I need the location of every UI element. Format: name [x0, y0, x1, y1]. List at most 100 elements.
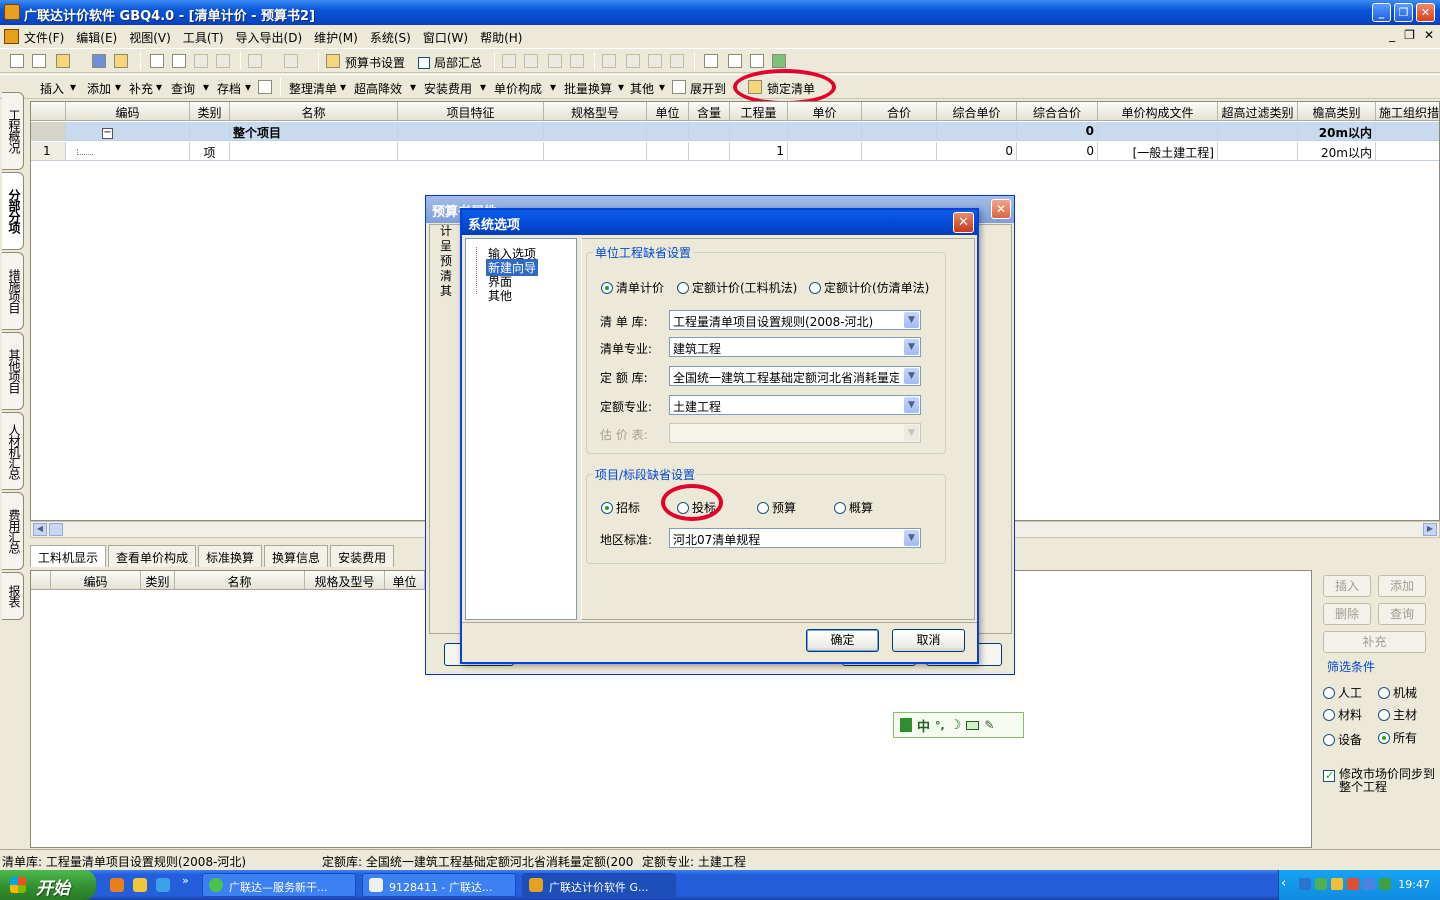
- filter-machine[interactable]: 机械: [1378, 684, 1417, 701]
- panel-delete-button[interactable]: 删除: [1323, 603, 1371, 625]
- batch-convert-button[interactable]: 批量换算: [564, 80, 612, 97]
- quicklaunch-browser-icon[interactable]: [156, 878, 170, 892]
- chevron-down-icon[interactable]: ▼: [904, 530, 919, 546]
- save-archive-button[interactable]: 存档: [217, 80, 241, 97]
- formula-icon[interactable]: [728, 54, 742, 68]
- filter-all[interactable]: 所有: [1378, 729, 1417, 746]
- quicklaunch-more-icon[interactable]: »: [182, 874, 189, 887]
- insert-button[interactable]: 插入: [40, 80, 64, 97]
- close-button[interactable]: ✕: [1416, 3, 1435, 22]
- taskbar-item-browser[interactable]: 广联达—服务新干...: [202, 873, 356, 897]
- tab-cost-summary[interactable]: 费用汇总: [2, 492, 24, 570]
- lock-icon[interactable]: [748, 80, 762, 94]
- tab-conversion-info[interactable]: 换算信息: [264, 545, 329, 567]
- install-fee-button[interactable]: 安装费用: [424, 80, 472, 97]
- menu-system[interactable]: 系统(S): [370, 29, 411, 46]
- nav-other[interactable]: 其他: [486, 287, 514, 304]
- lock-list-button[interactable]: 锁定清单: [767, 80, 815, 97]
- tab-labor-material-display[interactable]: 工料机显示: [30, 545, 107, 567]
- save-archive-dropdown-icon[interactable]: ▾: [245, 80, 251, 94]
- document-icon[interactable]: [4, 29, 19, 44]
- over-height-button[interactable]: 超高降效: [354, 80, 402, 97]
- ime-keyboard-icon[interactable]: [966, 720, 980, 730]
- header-construction-measures[interactable]: 施工组织措: [1376, 102, 1439, 121]
- row-quantity[interactable]: 1: [730, 142, 788, 161]
- system-options-close-button[interactable]: ✕: [953, 212, 974, 233]
- ime-moon-icon[interactable]: ☽: [950, 718, 962, 733]
- tab-sub-items[interactable]: 分部分项: [2, 172, 24, 250]
- budget-settings-icon[interactable]: [326, 54, 340, 68]
- insert-dropdown-icon[interactable]: ▾: [70, 80, 76, 94]
- scroll-left-icon[interactable]: ◀: [33, 523, 47, 536]
- header-price-file[interactable]: 单价构成文件: [1098, 102, 1218, 121]
- tray-volume-icon[interactable]: [1363, 878, 1375, 890]
- tab-labor-material-summary[interactable]: 人材机汇总: [2, 412, 24, 490]
- over-height-dropdown-icon[interactable]: ▾: [410, 80, 416, 94]
- prev-record-icon[interactable]: [626, 54, 640, 68]
- row-unit-price[interactable]: [788, 142, 862, 161]
- ime-toolbar[interactable]: 中 °, ☽ ✎: [893, 712, 1024, 738]
- radio-quota-imitation[interactable]: 定额计价(仿清单法): [809, 279, 929, 296]
- header-content[interactable]: 含量: [689, 102, 730, 121]
- mdi-close-button[interactable]: ✕: [1424, 28, 1434, 42]
- row-composite-total[interactable]: 0: [1017, 142, 1098, 161]
- other-button[interactable]: 其他: [630, 80, 654, 97]
- other-dropdown-icon[interactable]: ▾: [659, 80, 665, 94]
- header-unit[interactable]: 单位: [647, 102, 689, 121]
- add-button[interactable]: 添加: [87, 80, 111, 97]
- delete-icon[interactable]: [216, 54, 230, 68]
- new-file-icon[interactable]: [10, 54, 24, 68]
- spreadsheet-icon[interactable]: [772, 54, 786, 68]
- header-code[interactable]: 编码: [66, 102, 190, 121]
- query-button[interactable]: 查询: [171, 80, 195, 97]
- header-features[interactable]: 项目特征: [398, 102, 544, 121]
- scroll-right-icon[interactable]: ▶: [1423, 523, 1437, 536]
- scroll-thumb[interactable]: [49, 523, 63, 536]
- menu-file[interactable]: 文件(F): [24, 29, 64, 46]
- ime-logo-icon[interactable]: [900, 718, 912, 732]
- collapse-toggle[interactable]: −: [66, 122, 190, 141]
- detail-header-spec[interactable]: 规格及型号: [305, 571, 385, 590]
- cut-icon[interactable]: [150, 54, 164, 68]
- menu-import-export[interactable]: 导入导出(D): [236, 29, 303, 46]
- tab-standard-conversion[interactable]: 标准换算: [198, 545, 263, 567]
- table-row[interactable]: 1 项 1 0 0 [一般土建工程] 20m以内: [31, 142, 1439, 161]
- row-unit[interactable]: [647, 142, 689, 161]
- radio-estimate[interactable]: 概算: [834, 499, 873, 516]
- mdi-minimize-button[interactable]: _: [1389, 28, 1395, 42]
- paragraph-icon[interactable]: [750, 54, 764, 68]
- row-price-file[interactable]: [一般土建工程]: [1098, 142, 1218, 161]
- header-over-height-filter[interactable]: 超高过滤类别: [1218, 102, 1298, 121]
- level-up-icon[interactable]: [548, 54, 562, 68]
- chevron-down-icon[interactable]: ▼: [904, 312, 919, 328]
- ime-punctuation-icon[interactable]: °,: [935, 719, 945, 732]
- last-record-icon[interactable]: [670, 54, 684, 68]
- partial-summary-checkbox[interactable]: 局部汇总: [418, 54, 482, 71]
- tab-other-items[interactable]: 其他项目: [2, 332, 24, 410]
- install-fee-dropdown-icon[interactable]: ▾: [480, 80, 486, 94]
- calculator-icon[interactable]: [704, 54, 718, 68]
- row-spec[interactable]: [544, 142, 647, 161]
- taskbar-item-chat[interactable]: 9128411 - 广联达...: [362, 873, 516, 897]
- detail-header-name[interactable]: 名称: [175, 571, 305, 590]
- unit-price-dropdown-icon[interactable]: ▾: [550, 80, 556, 94]
- sync-market-price[interactable]: 修改市场价同步到整个工程: [1323, 768, 1435, 794]
- tray-app-icon[interactable]: [1315, 878, 1327, 890]
- row-type[interactable]: 项: [190, 142, 230, 161]
- panel-supplement-button[interactable]: 补充: [1323, 631, 1426, 653]
- tray-qq-icon[interactable]: [1331, 878, 1343, 890]
- tab-install-fee[interactable]: 安装费用: [330, 545, 395, 567]
- list-major-combo[interactable]: 建筑工程 ▼: [669, 337, 921, 357]
- row-name[interactable]: [230, 142, 398, 161]
- next-record-icon[interactable]: [648, 54, 662, 68]
- quicklaunch-shield-icon[interactable]: [133, 878, 147, 892]
- cancel-button[interactable]: 取消: [892, 629, 965, 652]
- menu-view[interactable]: 视图(V): [129, 29, 171, 46]
- open-folder-icon[interactable]: [56, 54, 70, 68]
- paste-icon[interactable]: [194, 54, 208, 68]
- tab-view-price-composition[interactable]: 查看单价构成: [108, 545, 197, 567]
- panel-query-button[interactable]: 查询: [1378, 603, 1426, 625]
- level-down-icon[interactable]: [570, 54, 584, 68]
- menu-tools[interactable]: 工具(T): [183, 29, 224, 46]
- header-total-price[interactable]: 合价: [862, 102, 937, 121]
